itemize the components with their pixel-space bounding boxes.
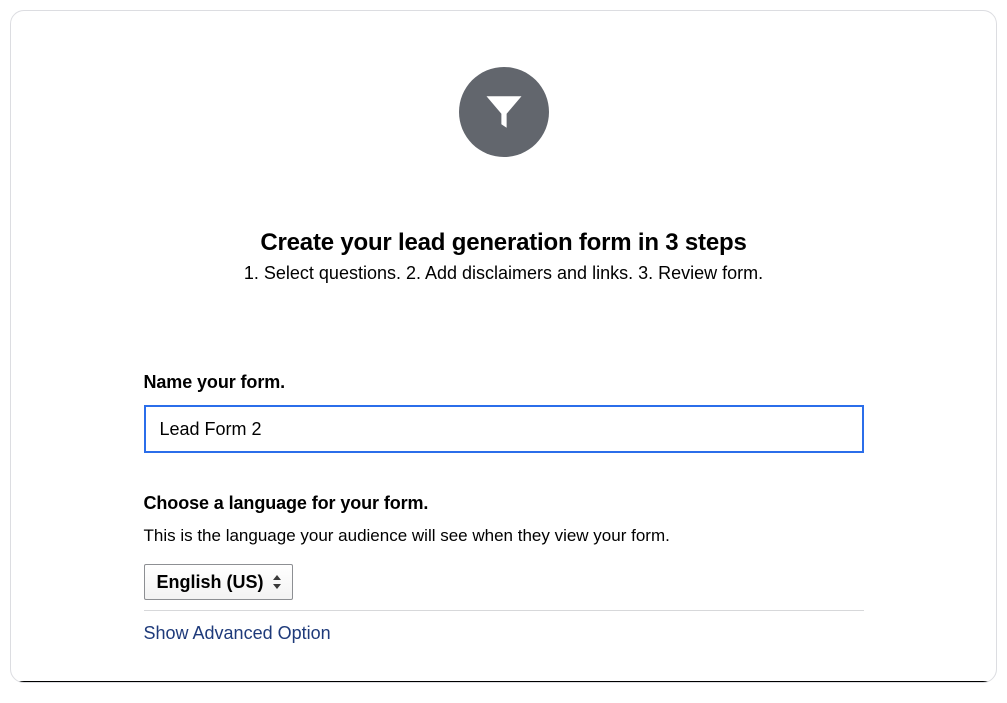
language-section: Choose a language for your form. This is… [144, 493, 864, 644]
lead-form-setup-card: Create your lead generation form in 3 st… [10, 10, 997, 683]
sort-icon [272, 575, 282, 589]
form-area: Name your form. Choose a language for yo… [144, 372, 864, 644]
language-select-value: English (US) [157, 572, 264, 593]
language-label: Choose a language for your form. [144, 493, 864, 514]
section-divider [144, 610, 864, 611]
form-name-input[interactable] [144, 405, 864, 453]
language-select[interactable]: English (US) [144, 564, 293, 600]
language-help-text: This is the language your audience will … [144, 526, 864, 546]
page-title: Create your lead generation form in 3 st… [11, 229, 996, 257]
funnel-icon [459, 67, 549, 157]
form-name-label: Name your form. [144, 372, 864, 393]
header-texts: Create your lead generation form in 3 st… [11, 229, 996, 284]
page-subtitle: 1. Select questions. 2. Add disclaimers … [11, 263, 996, 284]
show-advanced-option-link[interactable]: Show Advanced Option [144, 623, 331, 644]
header-icon-wrap [11, 11, 996, 157]
